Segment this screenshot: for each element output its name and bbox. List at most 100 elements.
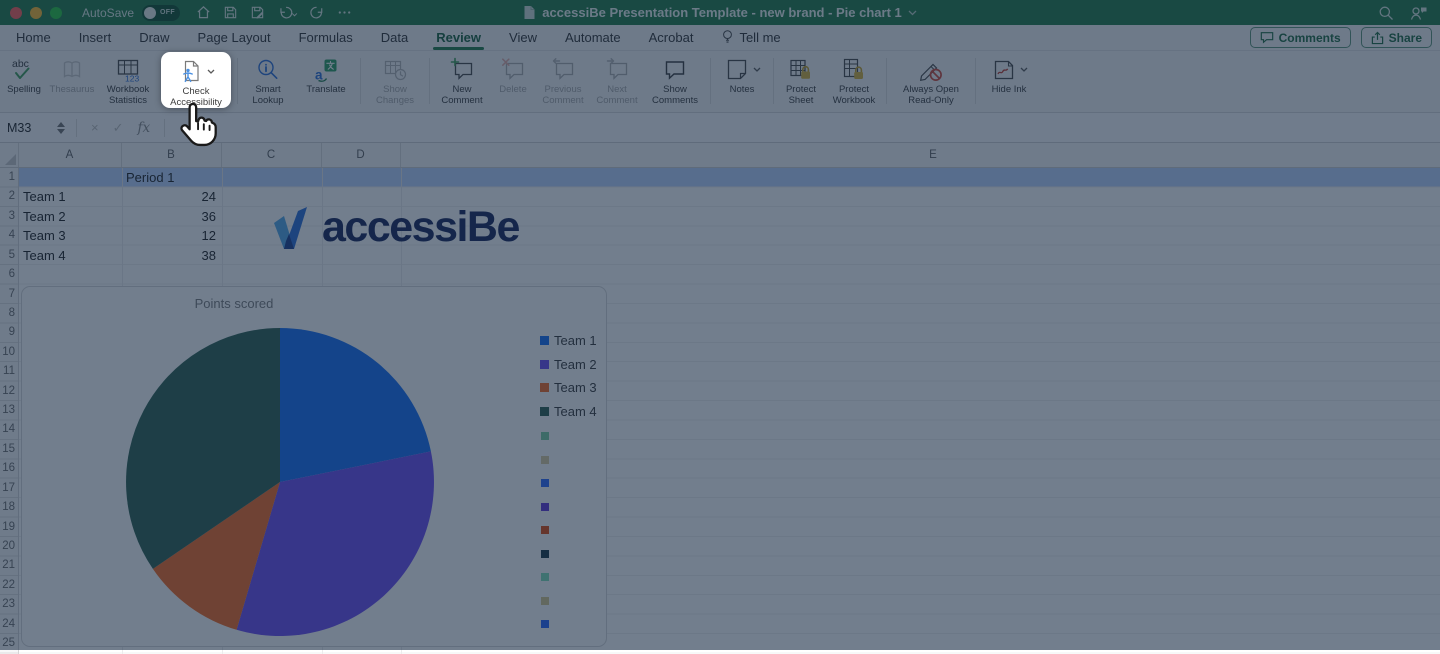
row-header-13[interactable]: 13 xyxy=(0,401,15,420)
name-box-stepper[interactable] xyxy=(53,121,69,134)
row-header-4[interactable]: 4 xyxy=(0,226,15,245)
contact-presence-icon[interactable] xyxy=(1410,5,1428,21)
column-header-d[interactable]: D xyxy=(321,143,400,167)
row-header-22[interactable]: 22 xyxy=(0,576,15,595)
tab-automate[interactable]: Automate xyxy=(551,25,635,50)
tab-data[interactable]: Data xyxy=(367,25,422,50)
row-header-1[interactable]: 1 xyxy=(0,168,15,187)
row-header-5[interactable]: 5 xyxy=(0,246,15,265)
minimize-button[interactable] xyxy=(30,6,42,19)
tab-acrobat[interactable]: Acrobat xyxy=(635,25,708,50)
pie-chart[interactable] xyxy=(22,287,606,646)
row-header-16[interactable]: 16 xyxy=(0,459,15,478)
notes-button[interactable]: Notes xyxy=(714,51,770,96)
legend-item-team-1[interactable]: Team 1 xyxy=(540,333,597,348)
check-accessibility-button[interactable]: Check Accessibility xyxy=(161,52,231,108)
autosave-toggle[interactable]: OFF xyxy=(142,4,181,21)
insert-function-icon[interactable]: fx xyxy=(138,120,151,136)
row-header-7[interactable]: 7 xyxy=(0,285,15,304)
enter-icon[interactable]: ✓ xyxy=(113,120,124,136)
redo-icon[interactable] xyxy=(310,5,325,20)
row-header-8[interactable]: 8 xyxy=(0,304,15,323)
row-header-23[interactable]: 23 xyxy=(0,595,15,614)
save-as-icon[interactable] xyxy=(250,5,265,20)
row-header-17[interactable]: 17 xyxy=(0,479,15,498)
previous-comment-button[interactable]: Previous Comment xyxy=(535,51,591,106)
protect-workbook-button[interactable]: Protect Workbook xyxy=(825,51,883,106)
tab-home[interactable]: Home xyxy=(2,25,65,50)
workbook-statistics-button[interactable]: 123 Workbook Statistics xyxy=(98,51,158,106)
tab-tell-me[interactable]: Tell me xyxy=(707,25,794,50)
cell-a2[interactable]: Team 1 xyxy=(18,187,121,206)
row-header-12[interactable]: 12 xyxy=(0,382,15,401)
cell-b4[interactable]: 12 xyxy=(121,226,221,245)
zoom-button[interactable] xyxy=(50,6,62,19)
select-all-corner[interactable] xyxy=(0,143,19,167)
column-header-b[interactable]: B xyxy=(121,143,221,167)
legend-item-team-3[interactable]: Team 3 xyxy=(540,380,597,395)
tab-formulas[interactable]: Formulas xyxy=(285,25,367,50)
row-header-20[interactable]: 20 xyxy=(0,537,15,556)
formula-input[interactable] xyxy=(172,113,1440,142)
tab-review[interactable]: Review xyxy=(422,25,495,50)
share-button[interactable]: Share xyxy=(1360,27,1432,48)
row-header-9[interactable]: 9 xyxy=(0,323,15,342)
comments-label: Comments xyxy=(1278,30,1341,45)
new-comment-button[interactable]: New Comment xyxy=(433,51,491,106)
always-open-read-only-button[interactable]: Always Open Read-Only xyxy=(890,51,972,106)
row-header-19[interactable]: 19 xyxy=(0,518,15,537)
delete-comment-button[interactable]: Delete xyxy=(491,51,535,96)
row-header-18[interactable]: 18 xyxy=(0,498,15,517)
row-header-11[interactable]: 11 xyxy=(0,362,15,381)
column-header-a[interactable]: A xyxy=(18,143,121,167)
row-header-15[interactable]: 15 xyxy=(0,440,15,459)
translate-button[interactable]: a Translate xyxy=(295,51,357,96)
cell-b1[interactable]: Period 1 xyxy=(121,168,221,187)
legend-item-team-4[interactable]: Team 4 xyxy=(540,404,597,419)
tab-view[interactable]: View xyxy=(495,25,551,50)
legend-extra-swatch xyxy=(540,549,549,558)
row-header-21[interactable]: 21 xyxy=(0,556,15,575)
show-changes-button[interactable]: Show Changes xyxy=(364,51,426,106)
undo-icon[interactable] xyxy=(277,5,298,20)
row-header-24[interactable]: 24 xyxy=(0,615,15,634)
tab-insert[interactable]: Insert xyxy=(65,25,126,50)
next-comment-button[interactable]: Next Comment xyxy=(591,51,643,106)
search-icon[interactable] xyxy=(1378,5,1394,21)
cell-a3[interactable]: Team 2 xyxy=(18,207,121,226)
save-icon[interactable] xyxy=(223,5,238,20)
cell-b5[interactable]: 38 xyxy=(121,246,221,265)
smart-lookup-button[interactable]: Smart Lookup xyxy=(241,51,295,106)
column-header-c[interactable]: C xyxy=(221,143,321,167)
cell-a4[interactable]: Team 3 xyxy=(18,226,121,245)
more-icon[interactable] xyxy=(337,5,352,20)
comments-button[interactable]: Comments xyxy=(1249,27,1351,48)
cell-b2[interactable]: 24 xyxy=(121,187,221,206)
row-header-10[interactable]: 10 xyxy=(0,343,15,362)
home-icon[interactable] xyxy=(196,5,211,20)
tab-label: Automate xyxy=(564,30,621,45)
row-header-2[interactable]: 2 xyxy=(0,187,15,206)
hide-ink-button[interactable]: Hide Ink xyxy=(979,51,1039,96)
row-header-14[interactable]: 14 xyxy=(0,420,15,439)
sheet-grid[interactable]: 1 2 3 4 5 6 7 8 9 10 11 12 13 14 15 16 17 18 19 20 21 22 23 24 2… xyxy=(0,168,1440,654)
tab-page-layout[interactable]: Page Layout xyxy=(184,25,285,50)
cell-b3[interactable]: 36 xyxy=(121,207,221,226)
row-header-3[interactable]: 3 xyxy=(0,207,15,226)
legend-item-team-2[interactable]: Team 2 xyxy=(540,357,597,372)
cancel-icon[interactable]: × xyxy=(91,120,99,135)
pie-chart-card[interactable]: Points scored Team 1 Team 2 Team 3 Team 4 xyxy=(21,286,607,647)
column-header-e[interactable]: E xyxy=(400,143,1440,167)
show-comments-button[interactable]: Show Comments xyxy=(643,51,707,106)
window-title: accessiBe Presentation Template - new br… xyxy=(542,5,902,20)
close-button[interactable] xyxy=(10,6,22,19)
row-header-6[interactable]: 6 xyxy=(0,265,15,284)
accessibe-logo[interactable]: accessiBe xyxy=(273,205,520,249)
protect-sheet-button[interactable]: Protect Sheet xyxy=(777,51,825,106)
tab-draw[interactable]: Draw xyxy=(125,25,183,50)
name-box[interactable]: M33 xyxy=(0,121,53,135)
spelling-button[interactable]: abc Spelling xyxy=(2,51,46,96)
cell-a5[interactable]: Team 4 xyxy=(18,246,121,265)
row-header-25[interactable]: 25 xyxy=(0,634,15,653)
thesaurus-button[interactable]: Thesaurus xyxy=(46,51,98,96)
